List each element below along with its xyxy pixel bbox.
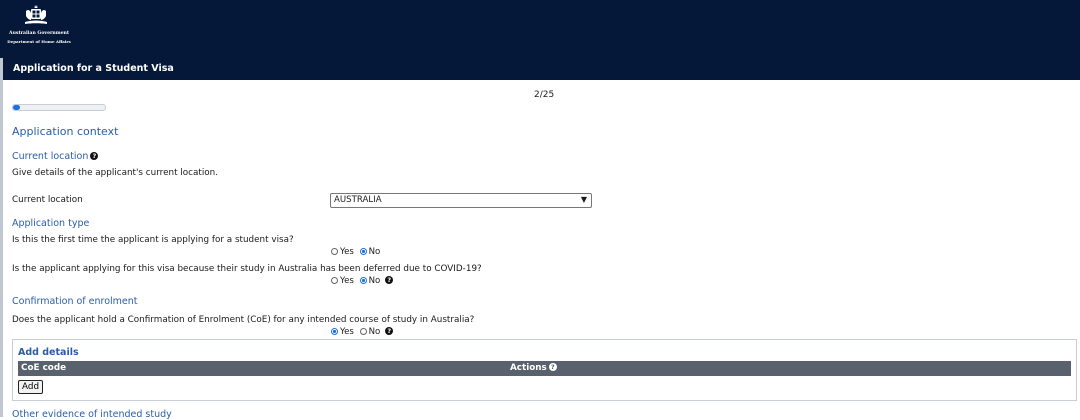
coe-details-panel: Add details CoE code Actions? Add [12,339,1077,401]
covid-yes-radio[interactable] [331,277,338,284]
agency-line-2: Department of Home Affairs [7,39,71,44]
covid-yes-label: Yes [340,276,354,286]
current-location-label: Current location [12,195,83,205]
question-circle-icon[interactable]: ? [548,363,557,371]
first-time-question: Is this the first time the applicant is … [12,235,294,245]
covid-no-label: No [368,276,381,286]
coe-radio-group: Yes No? [331,327,394,337]
page-counter: 2/25 [534,90,555,100]
coe-no-label: No [368,327,381,337]
coe-no-radio[interactable] [359,328,367,335]
panel-title: Add details [18,347,79,358]
first-time-no-radio[interactable] [359,248,367,255]
first-time-yes-radio[interactable] [331,248,338,255]
application-type-heading: Application type [12,218,90,229]
first-time-radio-group: Yes No [331,247,383,257]
application-title: Application for a Student Visa [13,63,174,74]
section-title: Application context [12,125,119,138]
column-header-actions: Actions? [510,363,557,373]
coe-table-header: CoE code Actions? [18,361,1071,376]
next-section-heading: Other evidence of intended study [12,409,172,420]
question-circle-icon[interactable]: ? [90,152,99,160]
covid-no-radio[interactable] [359,277,367,284]
covid-deferral-question: Is the applicant applying for this visa … [12,264,482,274]
chevron-down-icon: ▼ [580,195,587,204]
left-edge-rule [0,58,3,417]
enrolment-heading: Confirmation of enrolment [12,296,138,307]
question-circle-icon[interactable]: ? [385,276,394,284]
agency-logo-text: Australian Government Department of Home… [0,30,78,46]
covid-deferral-radio-group: Yes No? [331,276,394,286]
top-banner: Australian Government Department of Home… [0,0,1080,58]
progress-bar [12,104,106,111]
coe-question: Does the applicant hold a Confirmation o… [12,315,475,325]
current-location-heading-text: Current location [12,151,89,162]
current-location-description: Give details of the applicant's current … [12,168,219,178]
progress-bar-fill [13,105,21,110]
column-header-actions-text: Actions [510,363,547,373]
application-title-bar: Application for a Student Visa [3,58,1080,80]
agency-line-1: Australian Government [9,31,69,36]
column-header-coe-code: CoE code [21,363,67,373]
current-location-value: AUSTRALIA [334,195,382,205]
australian-government-crest-icon [25,5,47,24]
first-time-yes-label: Yes [340,247,354,257]
coe-yes-label: Yes [340,327,354,337]
current-location-select[interactable]: AUSTRALIA ▼ [330,193,592,208]
first-time-no-label: No [368,247,381,257]
coe-yes-radio[interactable] [331,328,338,335]
question-circle-icon[interactable]: ? [385,327,394,335]
current-location-heading: Current location? [12,151,99,162]
add-coe-button[interactable]: Add [18,380,44,394]
